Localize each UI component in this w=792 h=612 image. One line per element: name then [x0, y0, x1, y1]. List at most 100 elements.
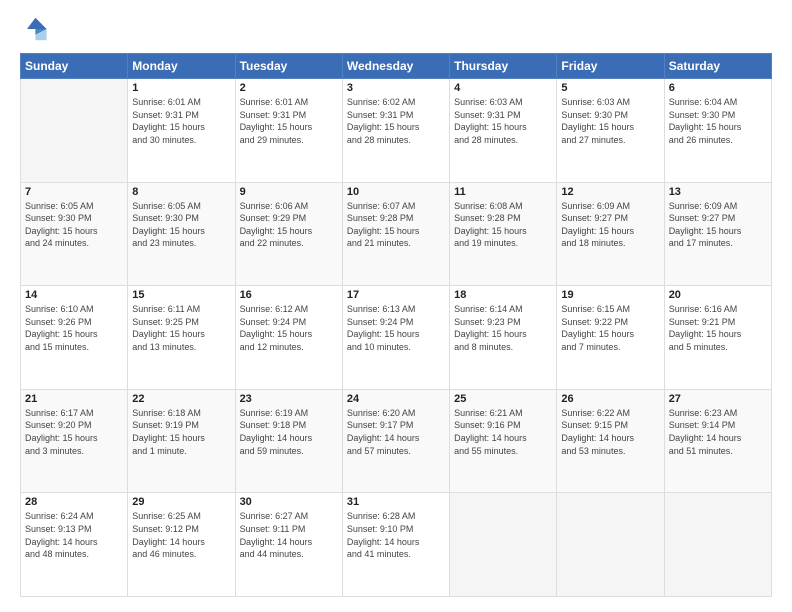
- calendar-cell: 5 Sunrise: 6:03 AMSunset: 9:30 PMDayligh…: [557, 79, 664, 183]
- calendar-body: 1 Sunrise: 6:01 AMSunset: 9:31 PMDayligh…: [21, 79, 772, 597]
- cell-content: Sunrise: 6:03 AMSunset: 9:30 PMDaylight:…: [561, 96, 659, 146]
- day-number: 15: [132, 289, 230, 301]
- calendar-cell: 20 Sunrise: 6:16 AMSunset: 9:21 PMDaylig…: [664, 286, 771, 390]
- day-number: 20: [669, 289, 767, 301]
- calendar-cell: 17 Sunrise: 6:13 AMSunset: 9:24 PMDaylig…: [342, 286, 449, 390]
- day-number: 13: [669, 186, 767, 198]
- calendar-cell: 14 Sunrise: 6:10 AMSunset: 9:26 PMDaylig…: [21, 286, 128, 390]
- weekday-header-tuesday: Tuesday: [235, 54, 342, 79]
- cell-content: Sunrise: 6:16 AMSunset: 9:21 PMDaylight:…: [669, 303, 767, 353]
- weekday-header-wednesday: Wednesday: [342, 54, 449, 79]
- cell-content: Sunrise: 6:10 AMSunset: 9:26 PMDaylight:…: [25, 303, 123, 353]
- cell-content: Sunrise: 6:11 AMSunset: 9:25 PMDaylight:…: [132, 303, 230, 353]
- calendar-cell: 19 Sunrise: 6:15 AMSunset: 9:22 PMDaylig…: [557, 286, 664, 390]
- calendar-cell: [450, 493, 557, 597]
- calendar-cell: [21, 79, 128, 183]
- calendar-cell: 2 Sunrise: 6:01 AMSunset: 9:31 PMDayligh…: [235, 79, 342, 183]
- calendar-cell: [664, 493, 771, 597]
- day-number: 22: [132, 393, 230, 405]
- week-row-2: 14 Sunrise: 6:10 AMSunset: 9:26 PMDaylig…: [21, 286, 772, 390]
- day-number: 30: [240, 496, 338, 508]
- cell-content: Sunrise: 6:07 AMSunset: 9:28 PMDaylight:…: [347, 200, 445, 250]
- calendar-cell: 3 Sunrise: 6:02 AMSunset: 9:31 PMDayligh…: [342, 79, 449, 183]
- day-number: 2: [240, 82, 338, 94]
- calendar-cell: 16 Sunrise: 6:12 AMSunset: 9:24 PMDaylig…: [235, 286, 342, 390]
- day-number: 4: [454, 82, 552, 94]
- calendar-cell: 12 Sunrise: 6:09 AMSunset: 9:27 PMDaylig…: [557, 182, 664, 286]
- calendar-cell: 31 Sunrise: 6:28 AMSunset: 9:10 PMDaylig…: [342, 493, 449, 597]
- day-number: 18: [454, 289, 552, 301]
- calendar-table: SundayMondayTuesdayWednesdayThursdayFrid…: [20, 53, 772, 597]
- weekday-header-sunday: Sunday: [21, 54, 128, 79]
- calendar-cell: 6 Sunrise: 6:04 AMSunset: 9:30 PMDayligh…: [664, 79, 771, 183]
- calendar-cell: 21 Sunrise: 6:17 AMSunset: 9:20 PMDaylig…: [21, 389, 128, 493]
- calendar-cell: 24 Sunrise: 6:20 AMSunset: 9:17 PMDaylig…: [342, 389, 449, 493]
- cell-content: Sunrise: 6:22 AMSunset: 9:15 PMDaylight:…: [561, 407, 659, 457]
- weekday-header-row: SundayMondayTuesdayWednesdayThursdayFrid…: [21, 54, 772, 79]
- calendar-cell: 7 Sunrise: 6:05 AMSunset: 9:30 PMDayligh…: [21, 182, 128, 286]
- calendar-cell: 8 Sunrise: 6:05 AMSunset: 9:30 PMDayligh…: [128, 182, 235, 286]
- cell-content: Sunrise: 6:09 AMSunset: 9:27 PMDaylight:…: [561, 200, 659, 250]
- day-number: 31: [347, 496, 445, 508]
- day-number: 11: [454, 186, 552, 198]
- cell-content: Sunrise: 6:01 AMSunset: 9:31 PMDaylight:…: [132, 96, 230, 146]
- cell-content: Sunrise: 6:13 AMSunset: 9:24 PMDaylight:…: [347, 303, 445, 353]
- calendar-cell: 28 Sunrise: 6:24 AMSunset: 9:13 PMDaylig…: [21, 493, 128, 597]
- day-number: 26: [561, 393, 659, 405]
- calendar-cell: 4 Sunrise: 6:03 AMSunset: 9:31 PMDayligh…: [450, 79, 557, 183]
- day-number: 16: [240, 289, 338, 301]
- cell-content: Sunrise: 6:04 AMSunset: 9:30 PMDaylight:…: [669, 96, 767, 146]
- day-number: 10: [347, 186, 445, 198]
- cell-content: Sunrise: 6:23 AMSunset: 9:14 PMDaylight:…: [669, 407, 767, 457]
- calendar-cell: 27 Sunrise: 6:23 AMSunset: 9:14 PMDaylig…: [664, 389, 771, 493]
- cell-content: Sunrise: 6:24 AMSunset: 9:13 PMDaylight:…: [25, 510, 123, 560]
- calendar-cell: 22 Sunrise: 6:18 AMSunset: 9:19 PMDaylig…: [128, 389, 235, 493]
- calendar-cell: 15 Sunrise: 6:11 AMSunset: 9:25 PMDaylig…: [128, 286, 235, 390]
- weekday-header-thursday: Thursday: [450, 54, 557, 79]
- week-row-0: 1 Sunrise: 6:01 AMSunset: 9:31 PMDayligh…: [21, 79, 772, 183]
- cell-content: Sunrise: 6:19 AMSunset: 9:18 PMDaylight:…: [240, 407, 338, 457]
- cell-content: Sunrise: 6:15 AMSunset: 9:22 PMDaylight:…: [561, 303, 659, 353]
- day-number: 9: [240, 186, 338, 198]
- page: SundayMondayTuesdayWednesdayThursdayFrid…: [0, 0, 792, 612]
- calendar-cell: 26 Sunrise: 6:22 AMSunset: 9:15 PMDaylig…: [557, 389, 664, 493]
- cell-content: Sunrise: 6:27 AMSunset: 9:11 PMDaylight:…: [240, 510, 338, 560]
- logo: [20, 15, 52, 43]
- cell-content: Sunrise: 6:18 AMSunset: 9:19 PMDaylight:…: [132, 407, 230, 457]
- calendar-cell: 10 Sunrise: 6:07 AMSunset: 9:28 PMDaylig…: [342, 182, 449, 286]
- week-row-4: 28 Sunrise: 6:24 AMSunset: 9:13 PMDaylig…: [21, 493, 772, 597]
- day-number: 14: [25, 289, 123, 301]
- cell-content: Sunrise: 6:03 AMSunset: 9:31 PMDaylight:…: [454, 96, 552, 146]
- day-number: 1: [132, 82, 230, 94]
- day-number: 19: [561, 289, 659, 301]
- calendar-cell: 18 Sunrise: 6:14 AMSunset: 9:23 PMDaylig…: [450, 286, 557, 390]
- cell-content: Sunrise: 6:12 AMSunset: 9:24 PMDaylight:…: [240, 303, 338, 353]
- calendar-cell: [557, 493, 664, 597]
- day-number: 29: [132, 496, 230, 508]
- cell-content: Sunrise: 6:25 AMSunset: 9:12 PMDaylight:…: [132, 510, 230, 560]
- weekday-header-monday: Monday: [128, 54, 235, 79]
- day-number: 24: [347, 393, 445, 405]
- cell-content: Sunrise: 6:14 AMSunset: 9:23 PMDaylight:…: [454, 303, 552, 353]
- week-row-1: 7 Sunrise: 6:05 AMSunset: 9:30 PMDayligh…: [21, 182, 772, 286]
- calendar-cell: 23 Sunrise: 6:19 AMSunset: 9:18 PMDaylig…: [235, 389, 342, 493]
- logo-icon: [20, 15, 48, 43]
- cell-content: Sunrise: 6:02 AMSunset: 9:31 PMDaylight:…: [347, 96, 445, 146]
- cell-content: Sunrise: 6:17 AMSunset: 9:20 PMDaylight:…: [25, 407, 123, 457]
- week-row-3: 21 Sunrise: 6:17 AMSunset: 9:20 PMDaylig…: [21, 389, 772, 493]
- calendar-cell: 13 Sunrise: 6:09 AMSunset: 9:27 PMDaylig…: [664, 182, 771, 286]
- weekday-header-friday: Friday: [557, 54, 664, 79]
- day-number: 12: [561, 186, 659, 198]
- cell-content: Sunrise: 6:08 AMSunset: 9:28 PMDaylight:…: [454, 200, 552, 250]
- cell-content: Sunrise: 6:05 AMSunset: 9:30 PMDaylight:…: [132, 200, 230, 250]
- day-number: 7: [25, 186, 123, 198]
- calendar-cell: 29 Sunrise: 6:25 AMSunset: 9:12 PMDaylig…: [128, 493, 235, 597]
- cell-content: Sunrise: 6:09 AMSunset: 9:27 PMDaylight:…: [669, 200, 767, 250]
- day-number: 8: [132, 186, 230, 198]
- calendar-cell: 30 Sunrise: 6:27 AMSunset: 9:11 PMDaylig…: [235, 493, 342, 597]
- day-number: 6: [669, 82, 767, 94]
- day-number: 27: [669, 393, 767, 405]
- cell-content: Sunrise: 6:20 AMSunset: 9:17 PMDaylight:…: [347, 407, 445, 457]
- day-number: 21: [25, 393, 123, 405]
- cell-content: Sunrise: 6:01 AMSunset: 9:31 PMDaylight:…: [240, 96, 338, 146]
